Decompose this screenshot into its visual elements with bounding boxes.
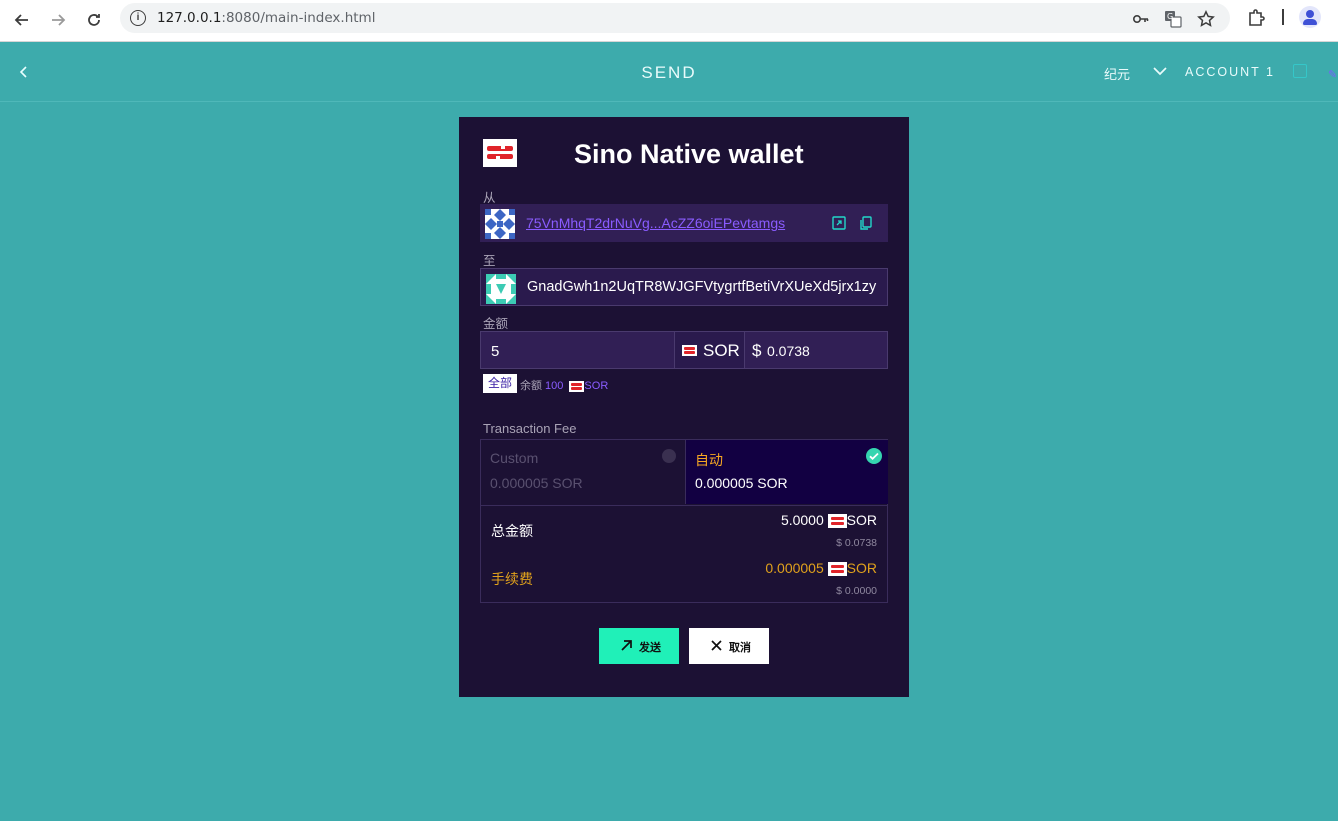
balance-token: SOR <box>584 380 609 392</box>
fee-amount: 0.000005 <box>765 560 824 576</box>
reload-icon[interactable] <box>80 6 108 34</box>
fee-option-custom[interactable]: Custom 0.000005 SOR <box>481 440 684 504</box>
divider <box>481 505 887 506</box>
extensions-icon[interactable] <box>1247 8 1267 28</box>
fee-option-auto[interactable]: 自动 0.000005 SOR <box>685 440 888 504</box>
cancel-button[interactable]: 取消 <box>689 628 769 664</box>
fiat-value: 0.0738 <box>767 343 810 359</box>
sor-token-icon <box>827 514 847 529</box>
from-identicon-icon <box>485 209 515 239</box>
radio-unchecked-icon[interactable] <box>662 449 676 463</box>
custom-fee-label: Custom <box>490 450 539 466</box>
send-label: 发送 <box>639 642 661 654</box>
svg-text:G: G <box>1167 12 1173 21</box>
fee-token: SOR <box>846 560 877 576</box>
fee-label: 手续费 <box>491 571 533 587</box>
url-path: :8080/main-index.html <box>221 10 376 26</box>
back-arrow-icon[interactable] <box>8 6 36 34</box>
total-value: 5.0000 SOR <box>780 512 877 529</box>
balance-value: 100 <box>545 380 564 392</box>
to-identicon-icon <box>486 274 516 304</box>
account-name[interactable]: ACCOUNT 1 <box>1185 65 1275 79</box>
fee-usd: $ 0.0000 <box>836 585 877 597</box>
token-label: SOR <box>703 341 740 360</box>
wallet-title: Sino Native wallet <box>574 139 804 169</box>
translate-icon[interactable]: G <box>1164 10 1182 28</box>
chevron-down-icon[interactable] <box>1152 63 1168 79</box>
wallet-logo-icon <box>483 139 517 167</box>
to-address-text: GnadGwh1n2UqTR8WJGFVtygrtfBetiVrXUeXd5jr… <box>527 279 877 295</box>
site-info-icon[interactable]: i <box>130 10 146 26</box>
total-usd: $ 0.0738 <box>836 537 877 549</box>
page-title: SEND <box>641 63 697 82</box>
copy-icon[interactable] <box>859 216 873 230</box>
sor-token-icon <box>827 562 847 577</box>
total-amount: 5.0000 <box>780 512 824 528</box>
profile-avatar-icon[interactable] <box>1299 6 1321 28</box>
to-label: 至 <box>483 254 496 268</box>
fiat-amount-input[interactable]: $ 0.0738 <box>744 331 888 369</box>
from-address-box: 75VnMhqT2drNuVg...AcZZ6oiEPevtamgs <box>480 204 888 242</box>
toolbar-divider <box>1282 9 1284 25</box>
language-selector[interactable]: 纪元 <box>1104 64 1130 83</box>
browser-toolbar: i 127.0.0.1:8080/main-index.html G <box>0 0 1338 42</box>
amount-label: 金额 <box>483 317 509 331</box>
cancel-label: 取消 <box>729 642 751 654</box>
max-amount-button[interactable]: 全部 <box>483 374 517 393</box>
sor-token-icon <box>682 345 697 356</box>
to-address-box[interactable]: GnadGwh1n2UqTR8WJGFVtygrtfBetiVrXUeXd5jr… <box>480 268 888 306</box>
url-host: 127.0.0.1 <box>157 10 222 26</box>
fee-panel: Custom 0.000005 SOR 自动 0.000005 SOR 总金额 … <box>480 439 888 603</box>
from-address-link[interactable]: 75VnMhqT2drNuVg...AcZZ6oiEPevtamgs <box>526 215 785 231</box>
check-circle-icon[interactable] <box>866 448 882 464</box>
token-selector[interactable]: SOR <box>674 331 745 369</box>
balance-label: 余额 <box>520 380 542 392</box>
sor-token-icon <box>569 380 585 392</box>
app-header: SEND 纪元 ACCOUNT 1 ✎ <box>0 42 1338 102</box>
close-icon <box>711 640 722 651</box>
bookmark-star-icon[interactable] <box>1197 10 1215 28</box>
fee-title: Transaction Fee <box>483 421 577 436</box>
amount-row: 5 SOR $ 0.0738 <box>480 331 888 369</box>
send-button[interactable]: 发送 <box>599 628 679 664</box>
url-text: 127.0.0.1:8080/main-index.html <box>157 10 375 26</box>
key-icon[interactable] <box>1132 10 1150 28</box>
total-label: 总金额 <box>491 523 533 539</box>
edit-account-icon[interactable] <box>1293 64 1307 78</box>
custom-fee-value: 0.000005 SOR <box>490 475 583 491</box>
arrow-up-right-icon <box>621 640 632 651</box>
amount-input[interactable]: 5 <box>480 331 675 369</box>
open-external-icon[interactable] <box>832 216 846 230</box>
balance-info: 余额 100 SOR <box>520 377 608 393</box>
total-token: SOR <box>846 512 877 528</box>
address-bar[interactable]: i 127.0.0.1:8080/main-index.html G <box>120 3 1230 33</box>
auto-fee-label: 自动 <box>695 452 723 468</box>
fiat-symbol: $ <box>752 341 762 360</box>
forward-arrow-icon[interactable] <box>44 6 72 34</box>
account-menu-icon[interactable]: ✎ <box>1328 68 1338 81</box>
send-card: Sino Native wallet 从 75VnMhqT2drNuVg...A… <box>459 117 909 697</box>
fee-value: 0.000005 SOR <box>765 560 877 577</box>
auto-fee-value: 0.000005 SOR <box>695 475 788 491</box>
